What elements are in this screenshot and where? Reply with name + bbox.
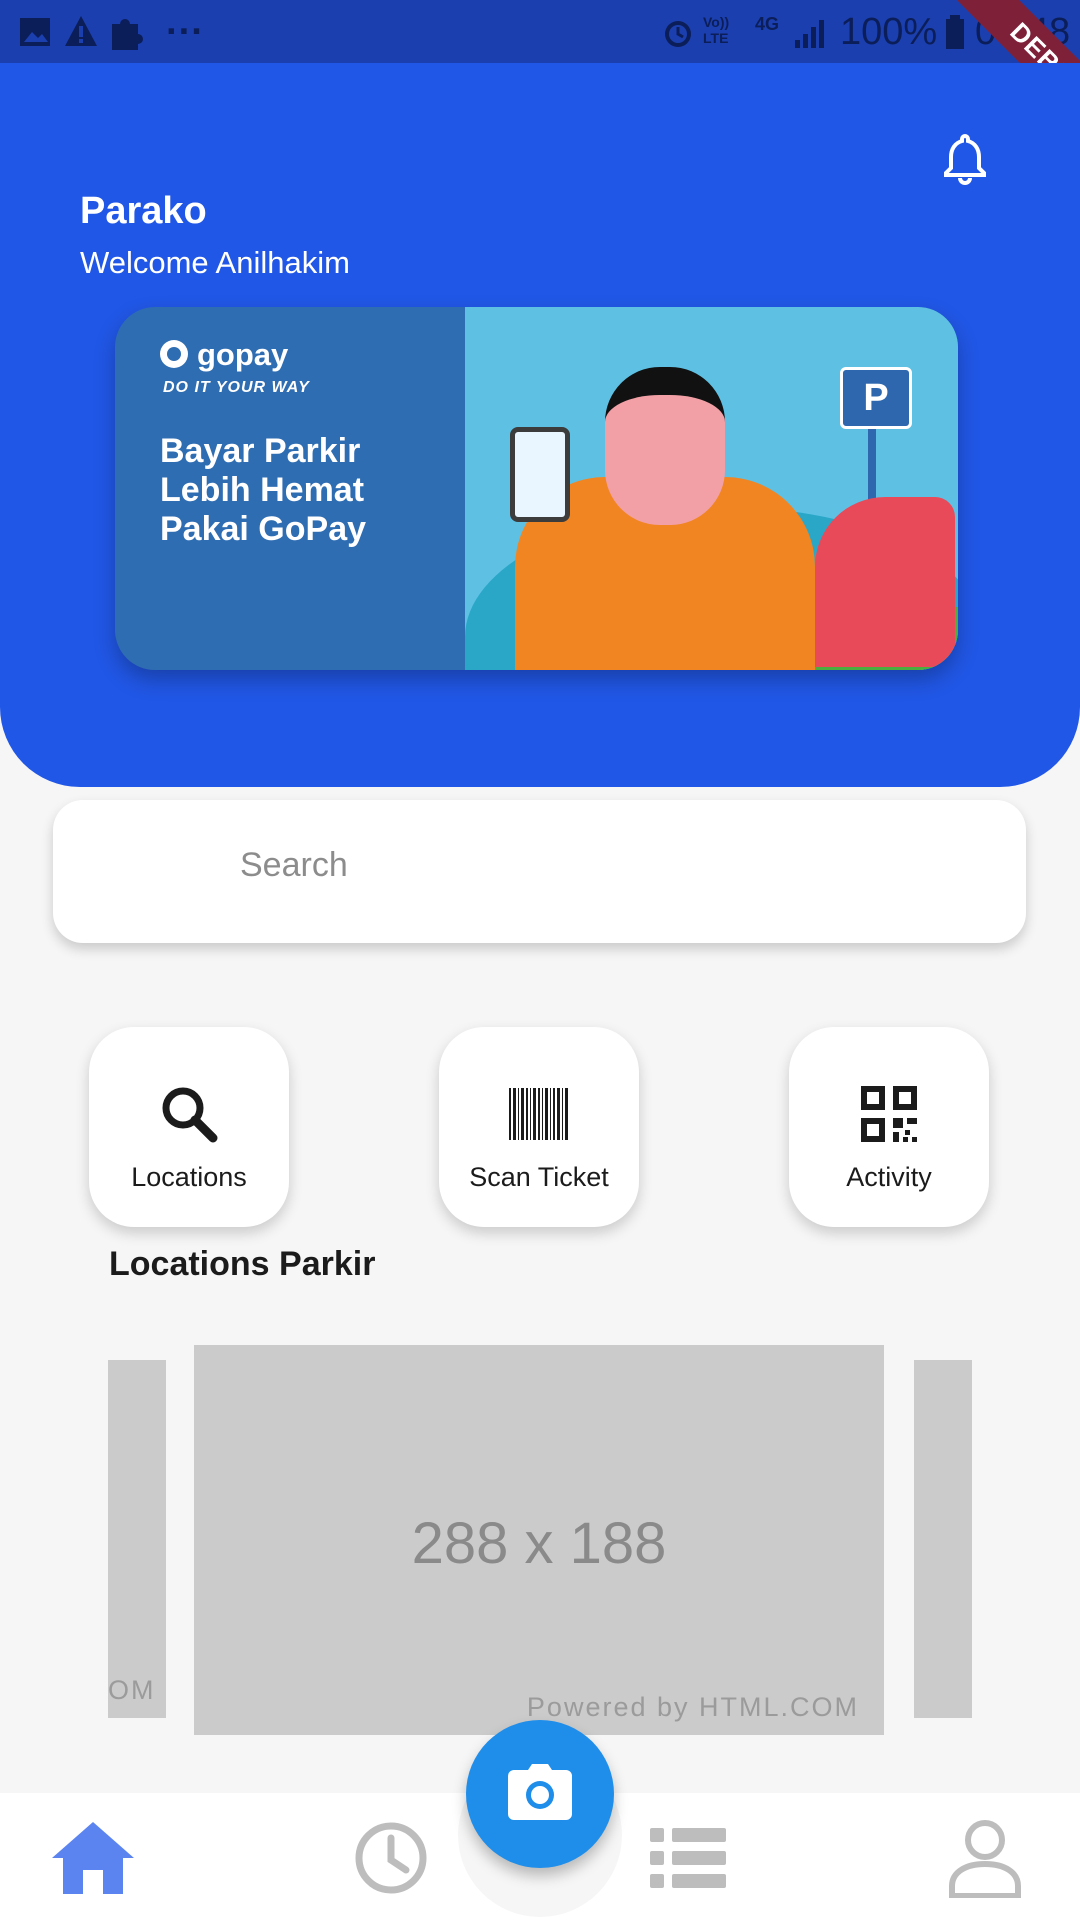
image-icon — [20, 18, 50, 46]
network-type: 4G — [755, 14, 780, 34]
placeholder-powered-by: Powered by HTML.COM — [526, 1692, 859, 1722]
banner-brand: gopay — [197, 337, 289, 372]
carousel-item-next[interactable] — [914, 1360, 972, 1718]
parking-sign-icon: P — [840, 367, 912, 429]
banner-tagline: DO IT YOUR WAY — [163, 379, 310, 396]
scooter-illustration — [815, 497, 955, 667]
search-input[interactable] — [238, 845, 892, 886]
volte-indicator: Vo)) LTE — [703, 14, 730, 46]
locations-section-title: Locations Parkir — [109, 1245, 376, 1283]
signal-icon — [795, 20, 824, 48]
notification-bell-icon[interactable] — [937, 130, 993, 186]
welcome-text: Welcome Anilhakim — [80, 245, 350, 280]
activity-label: Activity — [846, 1162, 932, 1192]
placeholder-size: 288 x 188 — [411, 1511, 667, 1576]
placeholder-side-text: OM — [108, 1675, 156, 1705]
search-bar[interactable] — [53, 800, 1026, 943]
list-icon[interactable] — [642, 1818, 732, 1898]
profile-icon[interactable] — [940, 1818, 1030, 1898]
banner-headline: Bayar Parkir Lebih Hemat Pakai GoPay — [160, 432, 460, 549]
qr-code-icon — [861, 1086, 917, 1142]
status-bar: ··· Vo)) LTE 4G 100% 04:48 — [0, 0, 1080, 63]
locations-label: Locations — [131, 1162, 247, 1192]
barcode-icon — [509, 1088, 568, 1140]
alarm-icon — [665, 21, 691, 47]
banner-headline-line: Bayar Parkir — [160, 432, 361, 470]
warning-icon — [65, 16, 97, 46]
gopay-logo-icon — [160, 340, 188, 368]
phone-illustration — [510, 427, 570, 522]
carousel-item-prev[interactable]: OM — [108, 1360, 166, 1718]
locations-button[interactable]: Locations — [89, 1027, 289, 1227]
search-icon — [162, 1087, 218, 1143]
promo-banner[interactable]: gopay DO IT YOUR WAY Bayar Parkir Lebih … — [115, 307, 958, 670]
camera-fab-button[interactable] — [466, 1720, 614, 1868]
scan-ticket-button[interactable]: Scan Ticket — [439, 1027, 639, 1227]
camera-icon — [508, 1764, 572, 1820]
activity-button[interactable]: Activity — [789, 1027, 989, 1227]
person-head-illustration — [605, 367, 725, 525]
scan-ticket-label: Scan Ticket — [469, 1162, 609, 1192]
extension-icon — [112, 19, 143, 50]
battery-icon — [946, 15, 964, 49]
banner-headline-line: Lebih Hemat — [160, 471, 365, 509]
more-notifications: ··· — [166, 11, 204, 53]
battery-percent: 100% — [840, 11, 938, 53]
banner-headline-line: Pakai GoPay — [160, 510, 367, 548]
clock-icon[interactable] — [346, 1818, 436, 1898]
home-icon[interactable] — [48, 1818, 138, 1898]
carousel-item-current[interactable]: 288 x 188 Powered by HTML.COM — [194, 1345, 884, 1735]
app-title: Parako — [80, 190, 207, 232]
